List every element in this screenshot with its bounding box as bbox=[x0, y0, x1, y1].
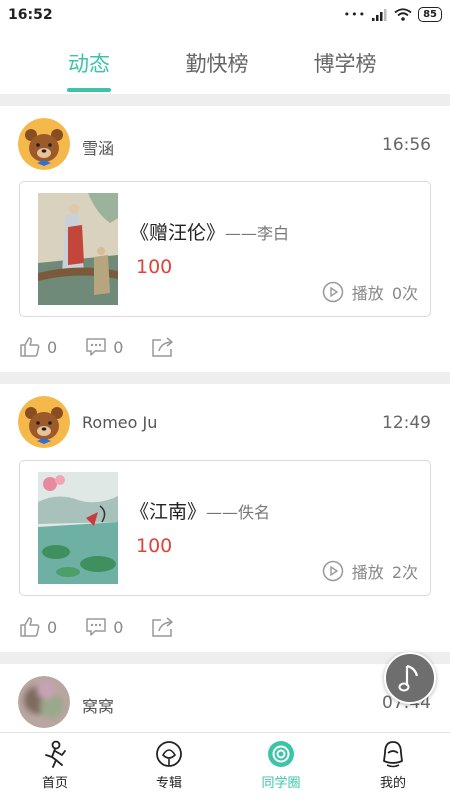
nav-album-label: 专辑 bbox=[155, 776, 182, 791]
play-label: 播放 bbox=[351, 563, 384, 582]
feed-post: 雪涵 16:56 《赠汪伦》——李白 100 播放 0次 0 0 bbox=[0, 106, 450, 372]
music-player-button[interactable] bbox=[384, 652, 436, 704]
thumbs-up-icon bbox=[20, 337, 40, 357]
play-control[interactable]: 播放 0次 bbox=[322, 280, 418, 304]
bottom-navigation: 首页 专辑 同学圈 我的 bbox=[0, 732, 450, 800]
work-author: ——佚名 bbox=[206, 503, 271, 522]
share-button[interactable] bbox=[151, 616, 175, 638]
comment-count: 0 bbox=[113, 617, 124, 637]
work-author: ——李白 bbox=[225, 224, 290, 243]
status-icons: ••• 85 bbox=[344, 7, 442, 22]
work-score: 100 bbox=[136, 535, 173, 557]
nav-classmates[interactable]: 同学圈 bbox=[236, 739, 326, 791]
thumbs-up-icon bbox=[20, 617, 40, 637]
work-title-line: 《赠汪伦》——李白 bbox=[130, 218, 289, 245]
work-card[interactable]: 《赠汪伦》——李白 100 播放 0次 bbox=[19, 181, 431, 317]
post-time: 12:49 bbox=[382, 413, 431, 433]
wifi-icon bbox=[394, 8, 412, 21]
play-control[interactable]: 播放 2次 bbox=[322, 559, 418, 583]
bear-avatar-icon bbox=[18, 118, 70, 170]
avatar[interactable] bbox=[18, 118, 70, 170]
post-actions: 0 0 bbox=[19, 616, 203, 638]
feed-post: 窝窝 07:44 bbox=[0, 664, 450, 732]
top-tabs: 动态 勤快榜 博学榜 bbox=[0, 32, 450, 94]
nav-home-label: 首页 bbox=[41, 776, 68, 791]
section-divider bbox=[0, 372, 450, 384]
battery-indicator: 85 bbox=[418, 7, 442, 22]
play-count: 2次 bbox=[391, 563, 418, 582]
music-note-icon bbox=[398, 664, 419, 692]
comment-icon bbox=[86, 618, 106, 636]
post-username[interactable]: 窝窝 bbox=[82, 693, 114, 717]
status-time: 16:52 bbox=[8, 7, 53, 23]
nav-classmates-label: 同学圈 bbox=[261, 776, 301, 791]
like-count: 0 bbox=[47, 337, 58, 357]
like-count: 0 bbox=[47, 617, 58, 637]
home-icon bbox=[45, 740, 66, 768]
tab-diligence-ranking[interactable]: 勤快榜 bbox=[162, 48, 272, 78]
nav-profile-label: 我的 bbox=[379, 776, 406, 791]
like-button[interactable]: 0 bbox=[19, 336, 57, 358]
avatar[interactable] bbox=[18, 676, 70, 728]
album-icon bbox=[156, 741, 182, 767]
signal-icon bbox=[372, 8, 387, 21]
section-divider bbox=[0, 652, 450, 664]
share-icon bbox=[152, 617, 174, 637]
play-count: 0次 bbox=[391, 284, 418, 303]
comment-button[interactable]: 0 bbox=[85, 616, 123, 638]
feed-post: Romeo Ju 12:49 《江南》——佚名 100 播放 2次 0 0 bbox=[0, 384, 450, 652]
comment-icon bbox=[86, 338, 106, 356]
tab-feed[interactable]: 动态 bbox=[34, 48, 144, 78]
avatar[interactable] bbox=[18, 396, 70, 448]
share-button[interactable] bbox=[151, 336, 175, 358]
post-username[interactable]: 雪涵 bbox=[82, 135, 114, 159]
work-title: 《赠汪伦》 bbox=[130, 222, 226, 244]
work-score: 100 bbox=[136, 256, 173, 278]
post-time: 16:56 bbox=[382, 135, 431, 155]
play-icon bbox=[322, 281, 344, 303]
nav-home[interactable]: 首页 bbox=[10, 739, 100, 791]
work-cover-image bbox=[38, 193, 118, 305]
comment-button[interactable]: 0 bbox=[85, 336, 123, 358]
comment-count: 0 bbox=[113, 337, 124, 357]
signal-dots: ••• bbox=[343, 8, 367, 21]
work-cover-image bbox=[38, 472, 118, 584]
like-button[interactable]: 0 bbox=[19, 616, 57, 638]
share-icon bbox=[152, 337, 174, 357]
status-bar: 16:52 ••• 85 bbox=[0, 0, 450, 32]
bear-avatar-icon bbox=[18, 396, 70, 448]
nav-profile[interactable]: 我的 bbox=[348, 739, 438, 791]
work-title-line: 《江南》——佚名 bbox=[130, 497, 270, 524]
work-title: 《江南》 bbox=[130, 501, 207, 523]
work-card[interactable]: 《江南》——佚名 100 播放 2次 bbox=[19, 460, 431, 596]
active-tab-indicator bbox=[67, 88, 111, 92]
nav-album[interactable]: 专辑 bbox=[124, 739, 214, 791]
section-divider bbox=[0, 94, 450, 106]
classmates-icon bbox=[268, 741, 294, 767]
tab-knowledge-ranking[interactable]: 博学榜 bbox=[290, 48, 400, 78]
play-icon bbox=[322, 560, 344, 582]
post-actions: 0 0 bbox=[19, 336, 203, 358]
play-label: 播放 bbox=[351, 284, 384, 303]
blurred-avatar-icon bbox=[18, 676, 70, 728]
post-username[interactable]: Romeo Ju bbox=[82, 413, 157, 432]
profile-icon bbox=[383, 741, 403, 768]
